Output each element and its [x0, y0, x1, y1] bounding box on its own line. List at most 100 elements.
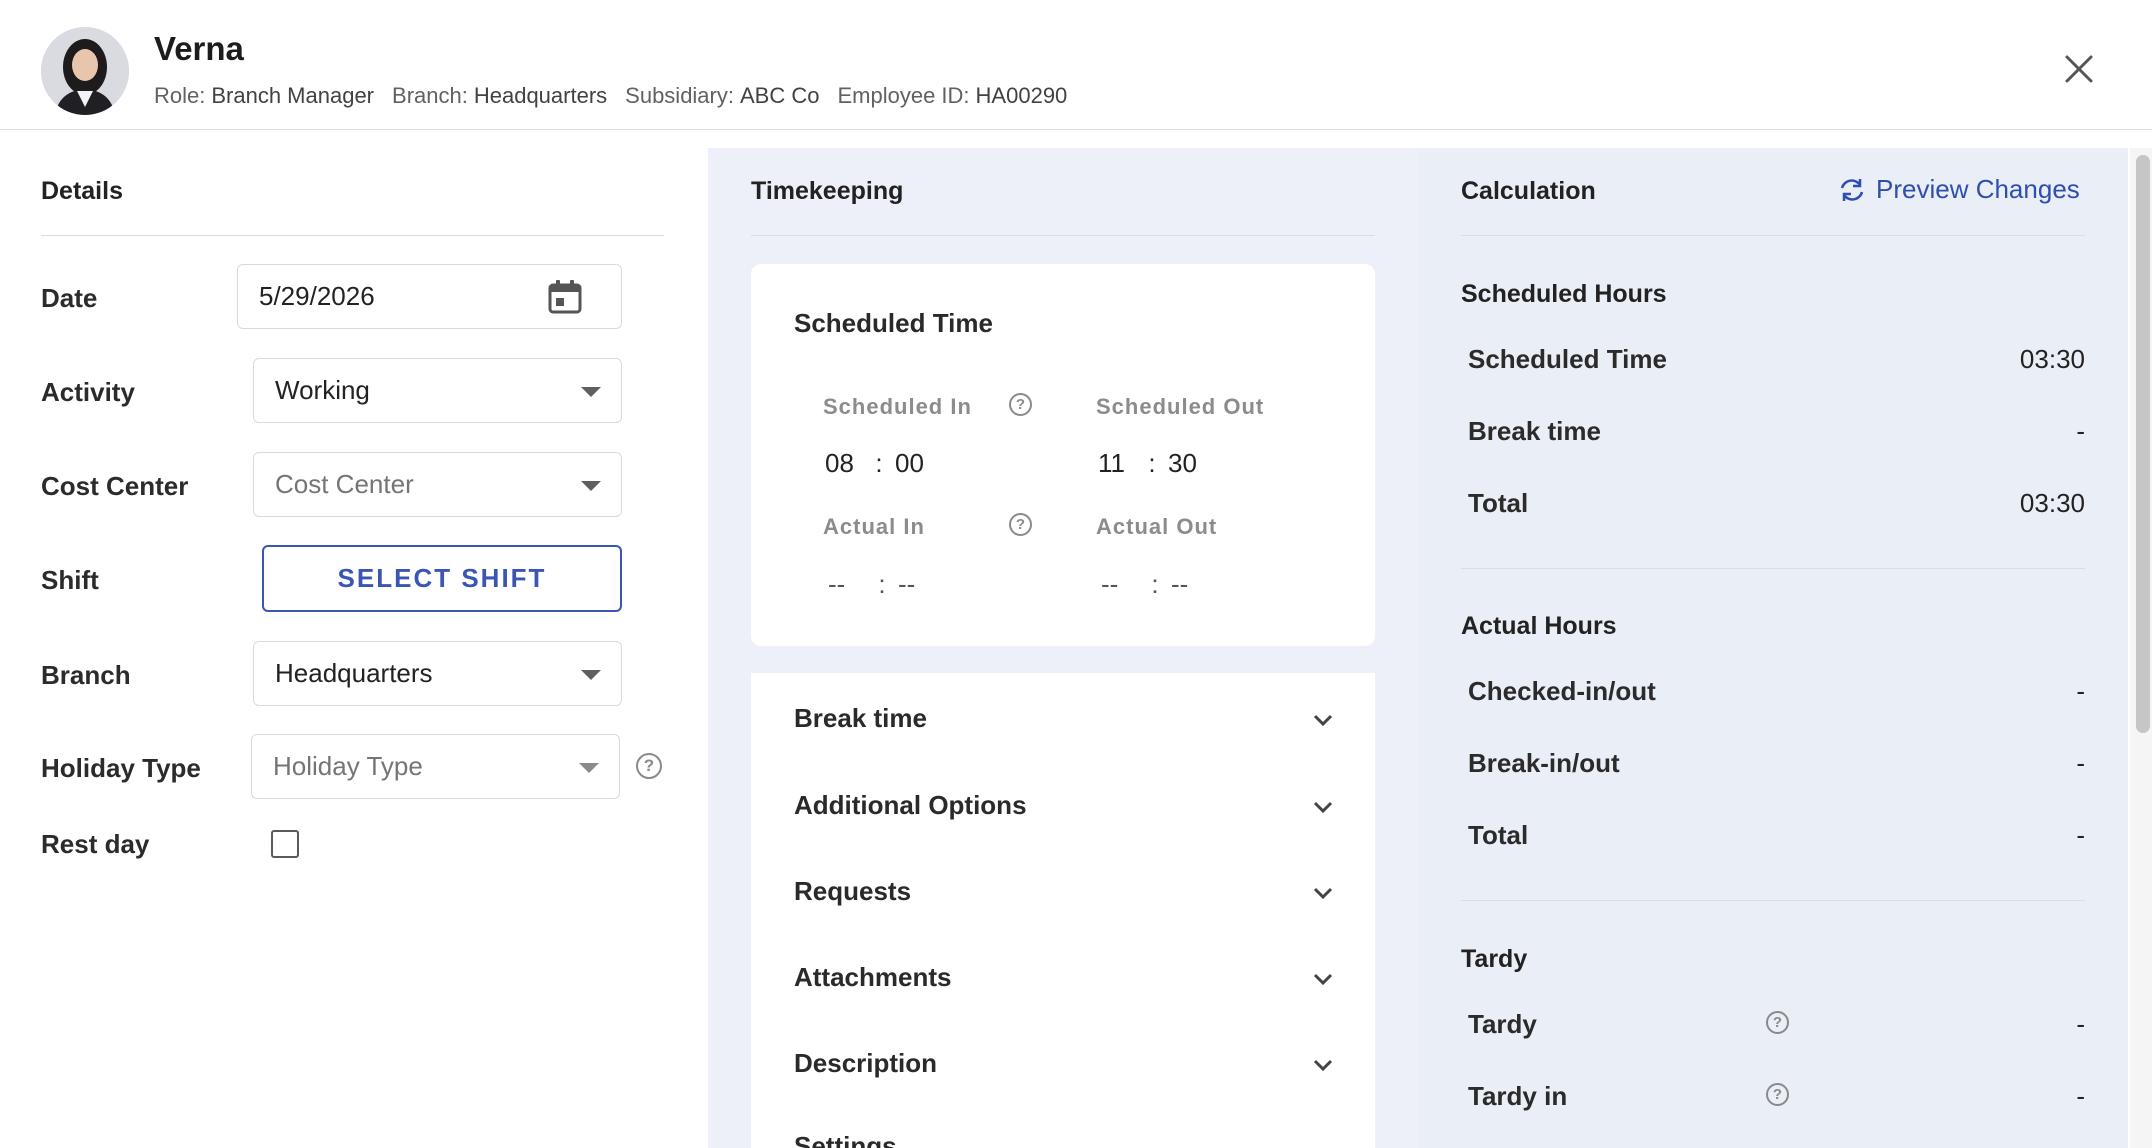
calendar-icon[interactable] [547, 279, 583, 315]
calculation-title: Calculation [1461, 177, 1596, 205]
accordion-settings[interactable]: Settings [794, 1131, 1334, 1148]
actual-out-time[interactable]: -- : -- [1101, 569, 1209, 600]
chevron-down-icon [1313, 973, 1333, 986]
branch-info: Branch: Headquarters [392, 83, 607, 109]
details-title: Details [41, 177, 123, 205]
chevron-down-icon [1313, 714, 1333, 727]
minute-value[interactable]: 00 [895, 448, 933, 479]
timekeeping-title: Timekeeping [751, 177, 904, 205]
details-divider [41, 235, 664, 236]
preview-changes-button[interactable]: Preview Changes [1838, 174, 2080, 205]
holiday-type-select[interactable]: Holiday Type [251, 734, 620, 799]
calc-row-label: Total [1468, 820, 1529, 850]
preview-changes-label: Preview Changes [1876, 174, 2080, 204]
employee-id-label: Employee ID: [837, 83, 970, 108]
holiday-type-label: Holiday Type [41, 753, 201, 783]
actual-hours-title: Actual Hours [1461, 612, 1617, 640]
accordion-label: Additional Options [794, 790, 1027, 820]
subsidiary-info: Subsidiary: ABC Co [625, 83, 819, 109]
help-icon[interactable]: ? [1766, 1083, 1789, 1106]
chevron-down-icon [581, 480, 601, 491]
hour-value[interactable]: 08 [825, 448, 863, 479]
scheduled-hours-title: Scheduled Hours [1461, 280, 1667, 308]
chevron-down-icon [579, 762, 599, 773]
scheduled-out-label: Scheduled Out [1096, 394, 1265, 419]
help-icon[interactable]: ? [636, 753, 662, 779]
hour-value[interactable]: 11 [1098, 448, 1136, 479]
timekeeping-accordion: Break time Additional Options Requests A… [751, 673, 1375, 1148]
scrollbar-thumb[interactable] [2136, 155, 2150, 733]
cost-center-placeholder: Cost Center [275, 469, 414, 499]
rest-day-checkbox[interactable] [271, 830, 299, 858]
scheduled-time-title: Scheduled Time [794, 308, 993, 338]
time-separator: : [875, 448, 883, 478]
scheduled-in-time[interactable]: 08 : 00 [825, 448, 933, 479]
minute-value[interactable]: -- [898, 569, 936, 600]
calc-row-value: - [2076, 676, 2085, 706]
calc-row-label: Tardy [1468, 1009, 1537, 1039]
role-info: Role: Branch Manager [154, 83, 374, 109]
accordion-label: Settings [794, 1131, 897, 1148]
select-shift-button[interactable]: SELECT SHIFT [262, 545, 622, 612]
date-value: 5/29/2026 [259, 281, 375, 311]
cost-center-label: Cost Center [41, 471, 189, 501]
calc-row-label: Total [1468, 488, 1529, 518]
time-separator: : [878, 569, 886, 599]
close-icon [2065, 55, 2093, 83]
branch-select-value: Headquarters [275, 658, 433, 688]
employee-id-info: Employee ID: HA00290 [837, 83, 1067, 109]
employee-meta: Role: Branch Manager Branch: Headquarters … [154, 83, 1067, 109]
hour-value[interactable]: -- [828, 569, 866, 600]
accordion-attachments[interactable]: Attachments [794, 962, 1334, 1022]
scheduled-out-time[interactable]: 11 : 30 [1098, 448, 1206, 479]
refresh-icon [1840, 178, 1864, 201]
close-button[interactable] [2062, 52, 2096, 86]
cost-center-select[interactable]: Cost Center [253, 452, 622, 517]
calc-row-label: Break time [1468, 416, 1601, 446]
calculation-divider [1461, 235, 2085, 236]
role-label: Role: [154, 83, 206, 108]
calc-row-value: - [2076, 1009, 2085, 1039]
branch-field-label: Branch [41, 660, 131, 690]
accordion-label: Attachments [794, 962, 952, 992]
activity-value: Working [275, 375, 370, 405]
hour-value[interactable]: -- [1101, 569, 1139, 600]
subsidiary-label: Subsidiary: [625, 83, 734, 108]
activity-select[interactable]: Working [253, 358, 622, 423]
employee-header: Verna Role: Branch Manager Branch: Headqua… [0, 0, 2152, 130]
scheduled-time-card: Scheduled Time Scheduled In ? 08 : 00 Sc… [751, 264, 1375, 646]
calc-row-value: - [2076, 1081, 2085, 1111]
calc-row-value: - [2076, 416, 2085, 446]
help-icon[interactable]: ? [1766, 1011, 1789, 1034]
shift-label: Shift [41, 565, 99, 595]
chevron-down-icon [581, 386, 601, 397]
branch-label: Branch: [392, 83, 468, 108]
timekeeping-divider [751, 235, 1375, 236]
date-label: Date [41, 283, 98, 313]
help-icon[interactable]: ? [1009, 393, 1032, 416]
chevron-down-icon [1313, 801, 1333, 814]
accordion-description[interactable]: Description [794, 1048, 1334, 1108]
branch-value: Headquarters [473, 83, 608, 108]
tardy-title: Tardy [1461, 945, 1528, 973]
chevron-down-icon [1313, 1059, 1333, 1072]
holiday-type-placeholder: Holiday Type [273, 751, 423, 781]
accordion-requests[interactable]: Requests [794, 876, 1334, 936]
minute-value[interactable]: 30 [1168, 448, 1206, 479]
calc-row-value: 03:30 [2019, 344, 2085, 374]
employee-id-value: HA00290 [975, 83, 1068, 108]
help-icon[interactable]: ? [1009, 513, 1032, 536]
date-field[interactable]: 5/29/2026 [237, 264, 622, 329]
scheduled-hours-divider [1461, 568, 2085, 569]
accordion-label: Break time [794, 703, 927, 733]
time-separator: : [1148, 448, 1156, 478]
accordion-break-time[interactable]: Break time [794, 703, 1334, 763]
branch-select[interactable]: Headquarters [253, 641, 622, 706]
activity-label: Activity [41, 377, 135, 407]
actual-hours-divider [1461, 900, 2085, 901]
subsidiary-value: ABC Co [740, 83, 820, 108]
calc-row-label: Scheduled Time [1468, 344, 1667, 374]
accordion-additional-options[interactable]: Additional Options [794, 790, 1334, 850]
minute-value[interactable]: -- [1171, 569, 1209, 600]
actual-in-time[interactable]: -- : -- [828, 569, 936, 600]
